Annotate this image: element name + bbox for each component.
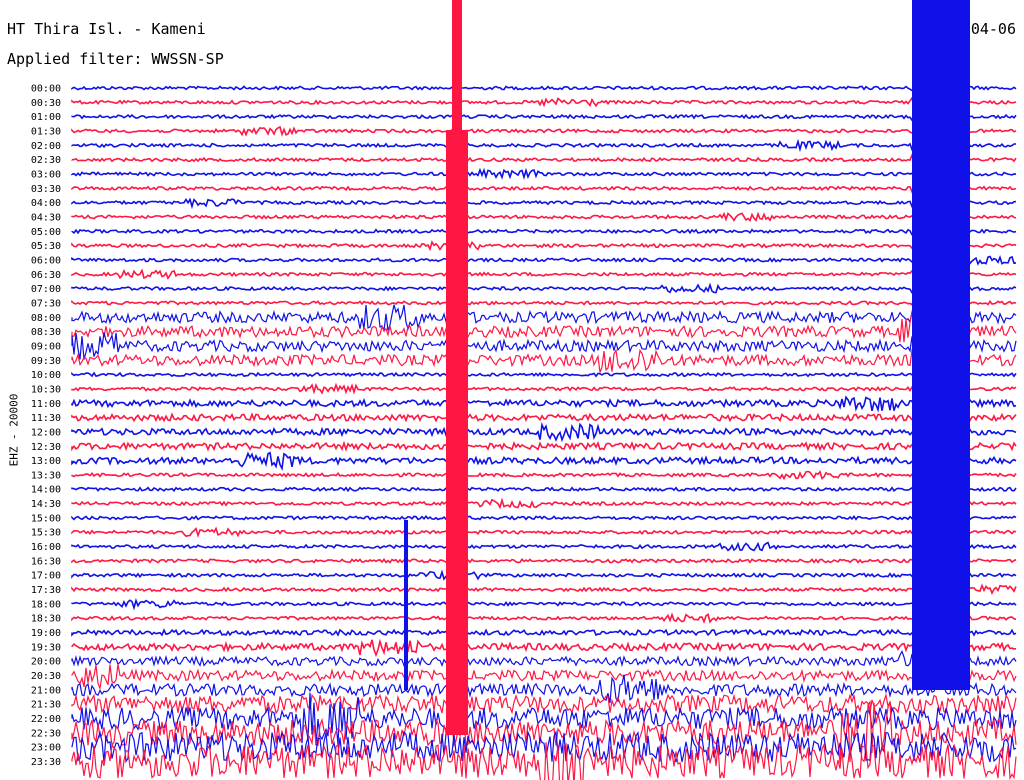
trace-line xyxy=(71,583,1017,596)
row-time-label: 03:00 xyxy=(31,169,61,180)
row-time-label: 17:00 xyxy=(31,571,61,582)
row-label-group: 00:00 00:30 01:00 01:30 02:00 02:30 03:00 03:30… xyxy=(31,84,61,769)
trace-line xyxy=(71,412,1017,423)
row-time-label: 14:00 xyxy=(31,485,61,496)
row-time-label: 05:00 xyxy=(31,227,61,238)
row-time-label: 19:00 xyxy=(31,628,61,639)
row-time-label: 01:00 xyxy=(31,112,61,123)
trace-line xyxy=(71,293,1017,367)
row-time-label: 02:30 xyxy=(31,155,61,166)
trace-line xyxy=(71,486,1017,493)
row-time-label: 01:30 xyxy=(31,126,61,137)
row-time-label: 05:30 xyxy=(31,241,61,252)
trace-line xyxy=(71,167,1017,181)
trace-group xyxy=(71,0,1017,780)
trace-line xyxy=(71,81,1017,94)
trace-line xyxy=(71,296,1017,310)
trace-line xyxy=(71,371,1017,378)
trace-line xyxy=(71,649,1017,673)
row-time-label: 04:30 xyxy=(31,212,61,223)
row-time-label: 06:30 xyxy=(31,270,61,281)
trace-line xyxy=(71,195,1017,210)
row-time-label: 12:00 xyxy=(31,427,61,438)
trace-line xyxy=(71,638,1017,658)
row-time-label: 21:30 xyxy=(31,700,61,711)
trace-line xyxy=(71,209,1017,224)
row-time-label: 18:30 xyxy=(31,614,61,625)
trace-line xyxy=(71,137,1016,153)
row-time-label: 04:00 xyxy=(31,198,61,209)
row-time-label: 15:00 xyxy=(31,513,61,524)
row-time-label: 17:30 xyxy=(31,585,61,596)
trace-line xyxy=(71,421,1017,443)
trace-line xyxy=(71,152,1017,166)
row-time-label: 22:30 xyxy=(31,728,61,739)
trace-line xyxy=(71,569,1017,581)
trace-line xyxy=(71,253,1017,267)
row-time-label: 21:00 xyxy=(31,685,61,696)
row-time-label: 06:00 xyxy=(31,255,61,266)
trace-line xyxy=(71,182,1017,195)
trace-line xyxy=(71,267,1017,282)
row-time-label: 19:30 xyxy=(31,642,61,653)
row-time-label: 02:00 xyxy=(31,141,61,152)
row-time-label: 13:00 xyxy=(31,456,61,467)
row-time-label: 10:30 xyxy=(31,384,61,395)
trace-line xyxy=(71,282,1017,296)
trace-line xyxy=(71,451,1017,471)
event-spike xyxy=(404,520,408,690)
row-time-label: 22:00 xyxy=(31,714,61,725)
seismogram-plot: 00:00 00:30 01:00 01:30 02:00 02:30 03:00 03:30… xyxy=(31,0,1017,780)
trace-line xyxy=(71,597,1017,611)
trace-line xyxy=(71,123,1017,138)
trace-line xyxy=(71,95,1017,110)
row-time-label: 16:30 xyxy=(31,556,61,567)
trace-line xyxy=(71,470,1017,481)
row-time-label: 00:00 xyxy=(31,84,61,95)
saturated-band xyxy=(912,0,970,690)
trace-line xyxy=(71,612,1017,625)
trace-line xyxy=(71,628,1017,637)
trace-line xyxy=(71,541,1017,552)
row-time-label: 13:30 xyxy=(31,470,61,481)
row-time-label: 07:00 xyxy=(31,284,61,295)
row-time-label: 23:30 xyxy=(31,757,61,768)
row-time-label: 08:00 xyxy=(31,313,61,324)
row-time-label: 03:30 xyxy=(31,184,61,195)
row-time-label: 11:30 xyxy=(31,413,61,424)
trace-line xyxy=(71,440,1017,452)
row-time-label: 12:30 xyxy=(31,442,61,453)
row-time-label: 00:30 xyxy=(31,98,61,109)
trace-line xyxy=(71,742,1017,780)
trace-line xyxy=(71,382,1017,395)
row-time-label: 11:00 xyxy=(31,399,61,410)
trace-line xyxy=(71,558,1017,564)
row-time-label: 20:30 xyxy=(31,671,61,682)
row-time-label: 20:00 xyxy=(31,657,61,668)
row-time-label: 10:00 xyxy=(31,370,61,381)
event-coda xyxy=(446,130,468,735)
trace-line xyxy=(71,526,1017,538)
row-time-label: 09:00 xyxy=(31,341,61,352)
row-time-label: 07:30 xyxy=(31,298,61,309)
row-time-label: 15:30 xyxy=(31,528,61,539)
trace-line xyxy=(71,674,1017,704)
trace-line xyxy=(71,515,1017,521)
row-time-label: 16:00 xyxy=(31,542,61,553)
trace-line xyxy=(71,497,1017,510)
row-time-label: 23:00 xyxy=(31,743,61,754)
trace-line xyxy=(71,395,1017,413)
trace-line xyxy=(71,238,1017,253)
row-time-label: 09:30 xyxy=(31,356,61,367)
row-time-label: 18:00 xyxy=(31,599,61,610)
trace-line xyxy=(71,224,1017,238)
row-time-label: 14:30 xyxy=(31,499,61,510)
row-time-label: 08:30 xyxy=(31,327,61,338)
trace-line xyxy=(71,109,1017,122)
